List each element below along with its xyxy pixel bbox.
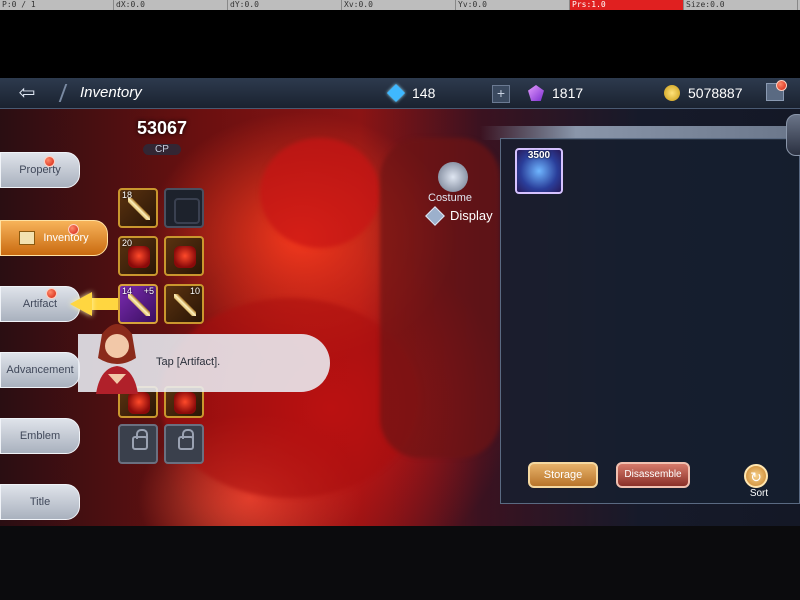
title-separator (58, 84, 82, 102)
equip-slot-locked[interactable] (164, 424, 204, 464)
tab-artifact[interactable]: Artifact (0, 286, 80, 322)
tab-inventory[interactable]: Inventory (0, 220, 108, 256)
inventory-item-card[interactable]: 3500 (515, 148, 563, 194)
back-arrow-icon: ⇦ (18, 82, 36, 104)
diamond-icon (386, 83, 406, 103)
tutorial-arrow-icon (70, 292, 92, 316)
sort-refresh-icon: ↻ (744, 464, 768, 488)
tab-emblem[interactable]: Emblem (0, 418, 80, 454)
debug-dy: dY:0.0 (228, 0, 342, 10)
display-diamond-icon (425, 205, 445, 226)
disassemble-label: Disassemble (624, 469, 682, 480)
boots-icon (128, 392, 150, 414)
purple-sword-icon (128, 294, 150, 316)
cp-label: CP (143, 144, 181, 155)
debug-overlay-bar: P:0 / 1 dX:0.0 dY:0.0 Xv:0.0 Yv:0.0 Prs:… (0, 0, 800, 10)
empty-slot-icon (174, 198, 200, 224)
disassemble-button[interactable]: Disassemble (616, 462, 690, 488)
gem-currency: 1817 (528, 84, 583, 102)
tab-property[interactable]: Property (0, 152, 80, 188)
combat-power-panel: 53067 CP (116, 118, 208, 162)
tab-title-label: Title (29, 496, 51, 508)
panel-scroll-handle[interactable] (786, 114, 800, 156)
costume-button[interactable]: Costume (428, 162, 480, 206)
page-title: Inventory (80, 84, 142, 101)
equip-slot-weapon[interactable]: 18 (118, 188, 158, 228)
equip-slot-spear[interactable]: 10 (164, 284, 204, 324)
tab-advancement-label: Advancement (6, 364, 74, 376)
sort-button[interactable]: ↻ Sort (740, 464, 774, 499)
equip-slot-armor[interactable] (164, 236, 204, 276)
tutorial-text: Tap [Artifact]. (156, 356, 221, 368)
artifact-badge (46, 288, 57, 299)
book-icon (19, 231, 36, 246)
debug-xv: Xv:0.0 (342, 0, 456, 10)
lock-icon (132, 429, 148, 450)
inventory-badge (68, 224, 79, 235)
purple-gem-icon (528, 85, 544, 101)
card-value: 3500 (527, 150, 551, 161)
guide-portrait (96, 324, 138, 394)
spear-icon (174, 294, 196, 316)
armor-icon (174, 246, 196, 268)
debug-yv: Yv:0.0 (456, 0, 570, 10)
gold-currency: 5078887 (664, 84, 743, 102)
equip-slot-helmet[interactable]: 20 (118, 236, 158, 276)
tab-artifact-label: Artifact (22, 298, 58, 310)
debug-pressure: Prs:1.0 (570, 0, 684, 10)
debug-dx: dX:0.0 (114, 0, 228, 10)
helmet-icon (128, 246, 150, 268)
add-diamond-button[interactable]: + (492, 85, 510, 103)
bottom-letterbox (0, 526, 800, 600)
equip-slot-empty[interactable] (164, 188, 204, 228)
debug-pointer: P:0 / 1 (0, 0, 114, 10)
top-bar: ⇦ Inventory 148 + 1817 5078887 (0, 78, 800, 109)
property-badge (44, 156, 55, 167)
diamond-currency: 148 (386, 83, 436, 103)
costume-icon (438, 162, 468, 192)
diamond-value: 148 (412, 85, 436, 101)
gloves-icon (174, 392, 196, 414)
sort-label: Sort (749, 488, 769, 499)
game-screen: ⇦ Inventory 148 + 1817 5078887 Property … (0, 78, 800, 526)
lock-icon (178, 429, 194, 450)
gold-value: 5078887 (688, 85, 743, 101)
mailbox-badge (776, 80, 787, 91)
gem-value: 1817 (552, 85, 584, 101)
tab-property-label: Property (19, 164, 61, 176)
storage-label: Storage (543, 469, 583, 481)
storage-button[interactable]: Storage (528, 462, 598, 488)
display-toggle[interactable]: Display (425, 205, 493, 226)
equip-slot-locked[interactable] (118, 424, 158, 464)
tab-advancement[interactable]: Advancement (0, 352, 80, 388)
tab-emblem-label: Emblem (19, 430, 61, 442)
costume-label: Costume (428, 192, 473, 204)
sword-icon (128, 198, 150, 220)
dragon-head-shape (260, 138, 380, 248)
cp-value: 53067 (136, 118, 188, 138)
tutorial-arrow-tail (90, 298, 118, 310)
debug-size: Size:0.0 (684, 0, 798, 10)
tab-title[interactable]: Title (0, 484, 80, 520)
display-label: Display (450, 208, 493, 223)
gold-coin-icon (664, 85, 680, 101)
back-button[interactable]: ⇦ (12, 82, 42, 104)
tab-inventory-label: Inventory (43, 232, 89, 244)
